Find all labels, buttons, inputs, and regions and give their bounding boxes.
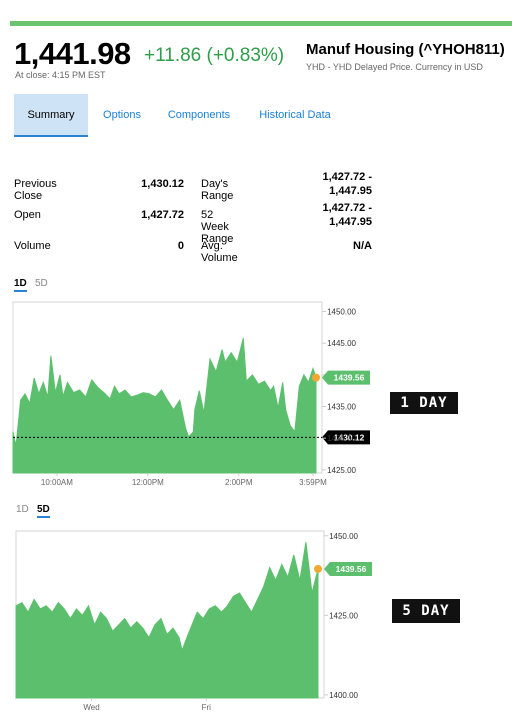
price-area-series <box>15 542 319 699</box>
last-price-dot <box>314 564 322 573</box>
y-tick-label: 1425.00 <box>329 611 358 620</box>
x-tick-label: Fri <box>202 703 212 712</box>
x-tick-label: Wed <box>83 703 99 712</box>
y-tick-label: 1450.00 <box>329 532 358 541</box>
last-price-tag-label: 1439.56 <box>336 564 367 574</box>
five-day-badge: 5 DAY <box>392 599 460 623</box>
one-day-badge: 1 DAY <box>390 392 458 414</box>
y-tick-label: 1400.00 <box>329 691 358 700</box>
